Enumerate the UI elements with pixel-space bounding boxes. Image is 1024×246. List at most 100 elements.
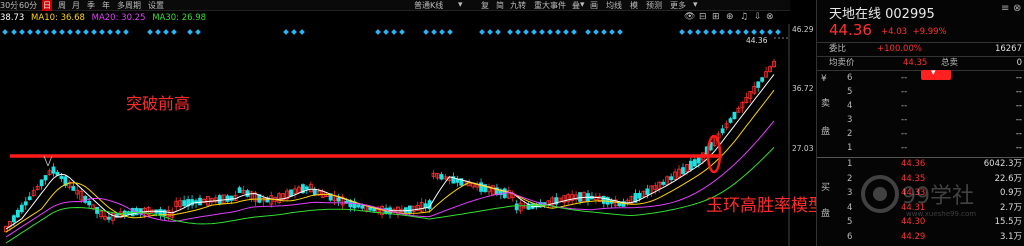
buy-level-row[interactable]: 6 44.29 3.1万 <box>817 231 1024 244</box>
ma-legend: 38.73 MA10: 36.68 MA20: 30.25 MA30: 26.9… <box>0 12 210 24</box>
tool-restore[interactable]: 复 <box>481 0 489 11</box>
signal-diamond-marker <box>743 29 749 35</box>
signal-diamond-marker <box>27 29 33 35</box>
candle-body <box>578 192 582 202</box>
layout-icon[interactable]: ⊞ <box>712 12 720 23</box>
tab-day[interactable]: 日 <box>42 0 52 11</box>
tool-draw[interactable]: 画 <box>590 0 598 11</box>
signal-diamond-marker <box>447 29 453 35</box>
candle-body <box>217 195 222 204</box>
signal-diamond-marker <box>515 29 521 35</box>
signal-diamond-marker <box>703 29 709 35</box>
signal-diamond-marker <box>423 29 429 35</box>
tab-week[interactable]: 周 <box>58 0 66 11</box>
plus-icon[interactable]: ⊕ <box>726 12 734 23</box>
bell-icon[interactable]: ♫ <box>740 12 748 23</box>
level-number: 4 <box>847 202 853 213</box>
candle-body <box>182 200 187 207</box>
sell-level-row[interactable]: 1 -- -- <box>817 142 1024 155</box>
candle-body <box>760 77 765 82</box>
candle-body <box>720 128 725 134</box>
chevron-down-icon[interactable]: ▾ <box>693 0 698 11</box>
tab-month[interactable]: 月 <box>72 0 80 11</box>
candle-body <box>39 179 44 187</box>
candle-body <box>696 157 701 164</box>
candle-body <box>455 179 460 183</box>
tab-quarter[interactable]: 季 <box>87 0 95 11</box>
price-axis-tick-high: 46.29 <box>792 25 814 34</box>
signal-diamond-marker <box>759 29 765 35</box>
tab-settings[interactable]: 设置 <box>148 0 164 11</box>
signal-diamond-marker <box>195 29 201 35</box>
period-toolbar: 30分 60分 日 周 月 季 年 多周期 设置 普通K线 ▾ 复 简 九转 重… <box>0 0 790 22</box>
candle-body <box>681 167 685 174</box>
tool-more[interactable]: 更多 <box>670 0 686 11</box>
tool-simple[interactable]: 简 <box>496 0 504 11</box>
tab-year[interactable]: 年 <box>102 0 110 11</box>
tool-forecast[interactable]: 预测 <box>646 0 662 11</box>
compare-icon[interactable]: ⊟ <box>699 12 707 23</box>
signal-diamond-marker <box>67 29 73 35</box>
ma20-value: MA20: 30.25 <box>91 13 146 23</box>
tool-overlay[interactable]: 叠 <box>572 0 580 11</box>
tool-ma[interactable]: 均线 <box>606 0 622 11</box>
change-amount: +4.03 <box>881 27 908 37</box>
candle-body <box>87 200 92 206</box>
signal-diamond-marker <box>123 29 129 35</box>
view-mode-select[interactable]: 普通K线 <box>414 0 443 11</box>
candle-body <box>225 195 230 202</box>
signal-diamond-marker <box>571 29 577 35</box>
level-number: 1 <box>847 159 853 169</box>
download-icon[interactable]: ⇩ <box>754 12 762 23</box>
level-price: -- <box>901 101 908 111</box>
signal-diamond-marker <box>383 29 389 35</box>
sell-level-row[interactable]: 4 -- -- <box>817 100 1024 113</box>
candle-body <box>692 159 697 167</box>
signal-diamond-marker <box>99 29 105 35</box>
candle-body <box>601 195 606 204</box>
close-icon[interactable]: ⊗ <box>1013 3 1021 14</box>
sell-level-row[interactable]: 2 -- -- <box>817 128 1024 141</box>
signal-diamond-marker <box>547 29 553 35</box>
level-price: 44.29 <box>901 231 926 242</box>
level-volume: -- <box>1015 143 1022 153</box>
candle-body <box>368 207 373 211</box>
chevron-down-icon[interactable]: ▾ <box>580 0 585 11</box>
level-volume: 3.1万 <box>999 231 1022 242</box>
sell-level-row[interactable]: 5 -- -- <box>817 86 1024 99</box>
candle-body <box>356 204 361 208</box>
menu-icon[interactable]: ≡ <box>1001 3 1009 14</box>
close-icon[interactable]: ⊗ <box>766 12 774 23</box>
signal-diamond-marker <box>727 29 733 35</box>
sell-level-row[interactable]: 3 -- -- <box>817 114 1024 127</box>
level-price: -- <box>901 143 908 153</box>
avg-sell-label: 均卖价 <box>829 58 855 68</box>
tool-model[interactable]: 模 <box>630 0 638 11</box>
tab-60min[interactable]: 60分 <box>19 0 37 11</box>
watermark: 99学社 www.xueshe99.com <box>860 170 1020 230</box>
signal-diamond-marker <box>187 29 193 35</box>
tool-nine-turn[interactable]: 九转 <box>510 0 526 11</box>
signal-diamond-marker <box>83 29 89 35</box>
signal-diamond-marker <box>147 29 153 35</box>
signal-diamond-marker <box>687 29 693 35</box>
signal-diamond-marker <box>735 29 741 35</box>
tool-major-events[interactable]: 重大事件 <box>534 0 566 11</box>
ma5-value: 38.73 <box>0 13 25 23</box>
level-price: -- <box>901 87 908 97</box>
candle-body <box>403 207 408 213</box>
order-ratio-row: 委比 +100.00% 16267 <box>817 43 1024 55</box>
chevron-down-icon[interactable]: ▾ <box>458 0 463 11</box>
tab-multi-period[interactable]: 多周期 <box>117 0 141 11</box>
signal-diamond-marker <box>679 29 685 35</box>
candle-body <box>661 181 666 185</box>
watermark-url: www.xueshe99.com <box>906 210 977 218</box>
signal-diamond-marker <box>43 29 49 35</box>
signal-diamond-marker <box>563 29 569 35</box>
signal-diamond-marker <box>2 29 8 35</box>
signal-diamond-marker <box>775 29 781 35</box>
eye-icon[interactable]: 👁 <box>684 12 695 23</box>
candle-body <box>245 190 250 197</box>
price-axis-tick-low: 27.03 <box>792 144 814 153</box>
candlestick-chart[interactable] <box>0 24 790 246</box>
